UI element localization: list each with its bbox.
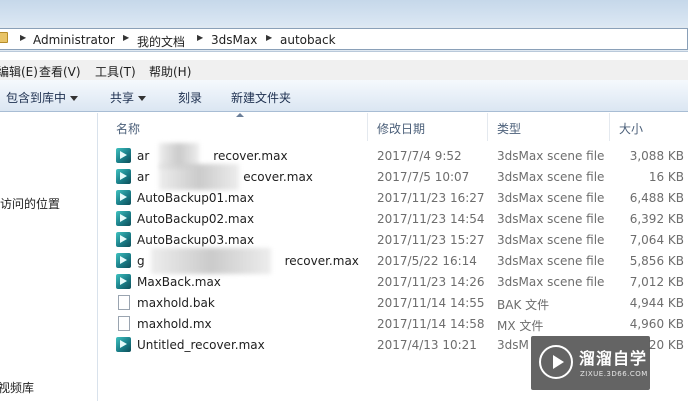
file-name: MaxBack.max	[137, 275, 221, 289]
file-date: 2017/11/14 14:58	[377, 317, 485, 331]
breadcrumb-3dsmax[interactable]: 3dsMax	[211, 33, 257, 47]
max-file-icon	[116, 190, 131, 205]
file-list: ar recover.max 2017/7/4 9:52 3dsMax scene…	[99, 143, 688, 356]
file-name: maxhold.mx	[137, 317, 212, 331]
document-icon	[118, 295, 130, 310]
column-header: 名称 修改日期 类型 大小	[99, 113, 688, 141]
breadcrumb-separator-icon[interactable]: ▶	[20, 33, 26, 42]
max-file-icon	[116, 211, 131, 226]
breadcrumb-separator-icon[interactable]: ▶	[197, 33, 203, 42]
file-type: 3dsMax scene file	[497, 212, 605, 226]
file-date: 2017/5/22 16:14	[377, 254, 477, 268]
include-in-library-button[interactable]: 包含到库中	[6, 89, 79, 106]
file-type: 3dsMax scene file	[497, 275, 605, 289]
file-size: 5,856 KB	[629, 254, 684, 268]
file-size: 4,944 KB	[629, 296, 684, 310]
nav-item-recent-places[interactable]: 访问的位置	[0, 195, 60, 212]
file-row[interactable]: AutoBackup02.max 2017/11/23 14:54 3dsMax…	[99, 209, 688, 230]
file-name: Untitled_recover.max	[137, 338, 265, 352]
file-date: 2017/11/14 14:55	[377, 296, 485, 310]
address-field[interactable]: ▶ Administrator ▶ 我的文档 ▶ 3dsMax ▶ autoba…	[0, 28, 688, 50]
file-size: 6,392 KB	[629, 212, 684, 226]
column-divider[interactable]	[367, 113, 368, 141]
include-in-library-label: 包含到库中	[6, 91, 67, 105]
file-row[interactable]: ar ecover.max 2017/7/5 10:07 3dsMax scene…	[99, 164, 688, 190]
breadcrumb-separator-icon[interactable]: ▶	[266, 33, 272, 42]
menu-help[interactable]: 帮助(H)	[149, 63, 191, 80]
chevron-down-icon	[138, 96, 147, 101]
file-date: 2017/7/4 9:52	[377, 149, 462, 163]
file-name: AutoBackup01.max	[137, 191, 255, 205]
file-size: 20 KB	[648, 338, 684, 352]
file-size: 6,488 KB	[629, 191, 684, 205]
new-folder-button[interactable]: 新建文件夹	[231, 89, 291, 106]
window-titlebar	[0, 0, 688, 26]
max-file-icon	[116, 232, 131, 247]
file-row[interactable]: g recover.max 2017/5/22 16:14 3dsMax scen…	[99, 248, 688, 274]
file-type: 3dsMax scene file	[497, 254, 605, 268]
file-date: 2017/7/5 10:07	[377, 170, 470, 184]
max-file-icon	[116, 148, 131, 163]
share-label: 共享	[110, 91, 135, 105]
file-size: 7,064 KB	[629, 233, 684, 247]
address-bar[interactable]: ▶ Administrator ▶ 我的文档 ▶ 3dsMax ▶ autoba…	[0, 26, 688, 52]
file-row[interactable]: AutoBackup01.max 2017/11/23 16:27 3dsMax…	[99, 188, 688, 209]
file-date: 2017/11/23 15:27	[377, 233, 485, 247]
chevron-down-icon	[70, 96, 79, 101]
menu-edit[interactable]: 编辑(E)	[0, 63, 38, 80]
file-row[interactable]: maxhold.mx 2017/11/14 14:58 MX 文件 4,960 …	[99, 314, 688, 335]
file-type: BAK 文件	[497, 298, 550, 312]
redaction-blur	[151, 248, 271, 274]
file-row[interactable]: maxhold.bak 2017/11/14 14:55 BAK 文件 4,94…	[99, 293, 688, 314]
file-type: MX 文件	[497, 319, 544, 333]
file-date: 2017/11/23 14:26	[377, 275, 485, 289]
menu-bar: 编辑(E) 查看(V) 工具(T) 帮助(H)	[0, 60, 688, 80]
file-type: 3dsMax scene file	[497, 233, 605, 247]
nav-item-videos[interactable]: 视频库	[0, 379, 34, 396]
file-size: 16 KB	[648, 170, 684, 184]
redaction-blur	[159, 164, 239, 190]
file-date: 2017/11/23 14:54	[377, 212, 485, 226]
column-divider[interactable]	[487, 113, 488, 141]
max-file-icon	[116, 253, 131, 268]
file-type: 3dsMax scene file	[497, 149, 605, 163]
breadcrumb-administrator[interactable]: Administrator	[33, 33, 115, 47]
column-divider[interactable]	[609, 113, 610, 141]
file-type: 3dsMax scene file	[497, 191, 605, 205]
document-icon	[118, 316, 130, 331]
folder-icon	[0, 32, 8, 43]
breadcrumb-autoback[interactable]: autoback	[280, 33, 336, 47]
column-size[interactable]: 大小	[619, 120, 643, 137]
file-size: 7,012 KB	[629, 275, 684, 289]
file-row[interactable]: MaxBack.max 2017/11/23 14:26 3dsMax scen…	[99, 272, 688, 293]
watermark: 溜溜自学 ZIXUE.3D66.COM	[531, 336, 650, 390]
menu-tools[interactable]: 工具(T)	[95, 63, 136, 80]
file-type: 3dsMax scene file	[497, 170, 605, 184]
file-size: 3,088 KB	[629, 149, 684, 163]
file-name: AutoBackup02.max	[137, 212, 255, 226]
file-name: AutoBackup03.max	[137, 233, 255, 247]
column-name[interactable]: 名称	[116, 120, 140, 137]
column-date-modified[interactable]: 修改日期	[377, 120, 425, 137]
max-file-icon	[116, 274, 131, 289]
file-date: 2017/11/23 16:27	[377, 191, 485, 205]
file-name: maxhold.bak	[137, 296, 215, 310]
max-file-icon	[116, 169, 131, 184]
max-file-icon	[116, 337, 131, 352]
breadcrumb-my-documents[interactable]: 我的文档	[137, 33, 185, 50]
file-date: 2017/4/13 10:21	[377, 338, 477, 352]
share-button[interactable]: 共享	[110, 89, 147, 106]
file-size: 4,960 KB	[629, 317, 684, 331]
breadcrumb-separator-icon[interactable]: ▶	[123, 33, 129, 42]
column-type[interactable]: 类型	[497, 120, 521, 137]
burn-button[interactable]: 刻录	[178, 89, 202, 106]
navigation-pane[interactable]: 访问的位置 视频库	[0, 113, 98, 401]
watermark-subtitle: ZIXUE.3D66.COM	[580, 370, 648, 378]
sort-ascending-icon	[236, 113, 244, 117]
play-logo-icon	[539, 345, 573, 379]
menu-view[interactable]: 查看(V)	[39, 63, 81, 80]
watermark-title: 溜溜自学	[579, 349, 648, 368]
command-bar: 包含到库中 共享 刻录 新建文件夹	[0, 80, 688, 112]
file-type: 3dsM	[497, 338, 529, 352]
